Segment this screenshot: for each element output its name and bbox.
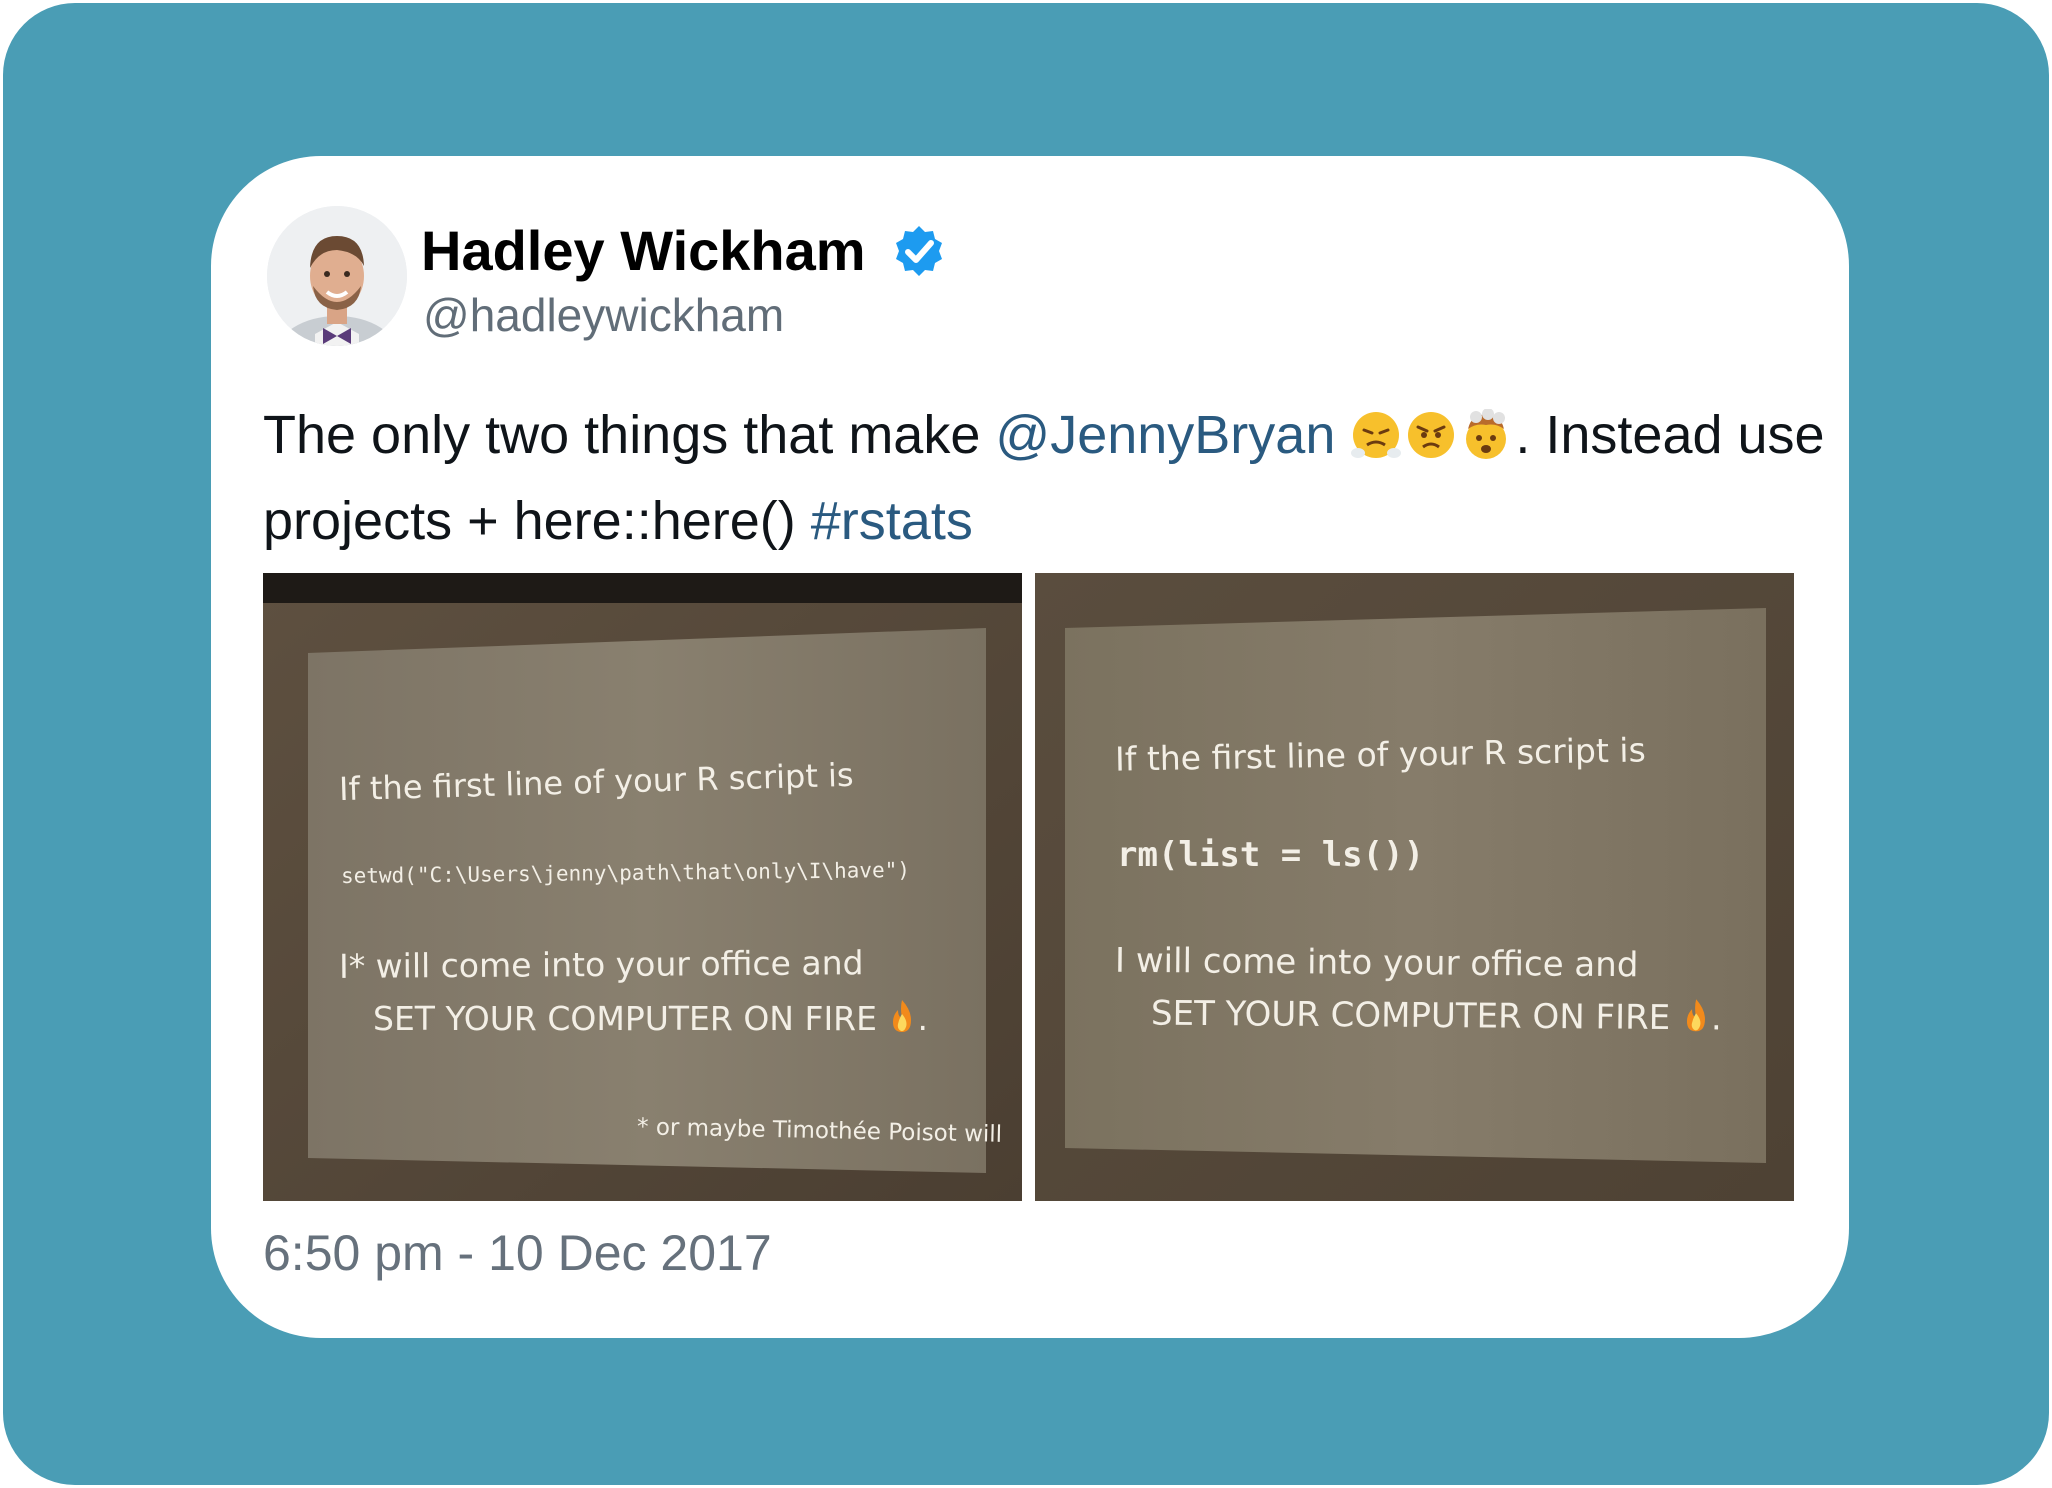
fire-emoji-icon: [1687, 999, 1706, 1032]
tweet-photo-2[interactable]: If the first line of your R script is rm…: [1035, 573, 1794, 1201]
slide-1-line4-end: .: [917, 999, 928, 1038]
slide-1-line4-text: SET YOUR COMPUTER ON FIRE: [373, 999, 877, 1038]
tweet-text: The only two things that make @JennyBrya…: [263, 392, 1833, 564]
fire-emoji-icon: [893, 1000, 912, 1032]
avatar[interactable]: [267, 206, 407, 346]
author-name[interactable]: Hadley Wickham: [421, 218, 866, 283]
face-with-steam-from-nose-icon: [1351, 412, 1402, 458]
photo-background: [1035, 573, 1794, 1201]
tweet-text-part1: The only two things that make: [263, 405, 996, 465]
slide-2-line3: I will come into your office and: [1114, 940, 1639, 986]
angry-face-icon: [1408, 412, 1455, 458]
slide-2-line4-end: .: [1710, 998, 1723, 1039]
tweet-photo-1[interactable]: If the first line of your R script is se…: [263, 573, 1022, 1201]
background-frame: Hadley Wickham @hadleywickham The only t…: [3, 3, 2049, 1485]
avatar-photo: [267, 206, 407, 346]
slide-2-code: rm(list = ls()): [1117, 835, 1425, 875]
exploding-head-icon: [1466, 409, 1507, 459]
hashtag-link[interactable]: #rstats: [811, 491, 973, 551]
slide-1-line3: I* will come into your office and: [338, 943, 864, 986]
timestamp[interactable]: 6:50 pm - 10 Dec 2017: [263, 1224, 772, 1282]
author-handle[interactable]: @hadleywickham: [423, 288, 784, 342]
verified-badge-icon: [896, 226, 942, 276]
slide-2-line4: SET YOUR COMPUTER ON FIRE .: [1151, 993, 1722, 1039]
slide-1-line4: SET YOUR COMPUTER ON FIRE .: [373, 998, 928, 1038]
tweet-card: Hadley Wickham @hadleywickham The only t…: [211, 156, 1849, 1338]
slide-2-line4-text: SET YOUR COMPUTER ON FIRE: [1150, 993, 1671, 1039]
mention-link[interactable]: @JennyBryan: [995, 405, 1335, 465]
